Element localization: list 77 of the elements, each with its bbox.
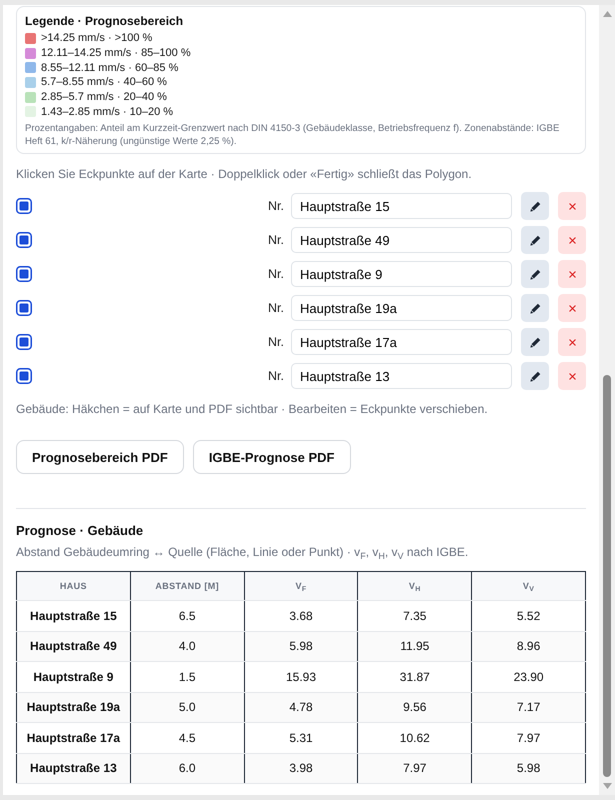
number-label: Nr. [268,199,284,214]
number-label: Nr. [268,233,284,248]
instruction-text: Klicken Sie Eckpunkte auf der Karte · Doppelklick oder «Fertig» schließt das Polygon. [16,167,473,182]
edit-button[interactable] [521,192,549,220]
close-icon [568,270,576,278]
legend-label: 2.85–5.7 mm/s · 20–40 % [41,91,167,104]
close-icon [568,338,576,346]
house-name-field[interactable]: Hauptstraße 13 [291,363,512,390]
table-cell: 10.62 [358,722,472,754]
checkbox[interactable] [16,198,32,214]
number-label: Nr. [268,335,284,350]
pencil-icon [530,370,540,382]
table-cell: 6.5 [130,600,244,632]
table-cell: 1.5 [130,662,244,692]
table-cell: 23.90 [472,662,586,692]
edit-button[interactable] [521,260,549,288]
table-cell: 31.87 [358,662,472,692]
house-name-field[interactable]: Hauptstraße 19a [291,295,512,322]
legend-label: 5.7–8.55 mm/s · 40–60 % [41,76,167,88]
pencil-icon [530,200,540,212]
section-subtitle: Abstand Gebäudeumring ↔ Quelle (Fläche, Linie oder Punkt) · v$_{F}$, v$_{H}$, v$_{V}$ nach IGBE. [16,544,470,560]
pencil-icon [530,302,540,314]
table-cell: Hauptstraße 9 [16,662,130,692]
pencil-icon [530,268,540,280]
section-title: Prognose · Gebäude [16,523,144,538]
house-name-field[interactable]: Hauptstraße 15 [291,193,512,220]
close-icon [568,372,576,380]
pencil-icon [530,336,540,348]
legend-label: 1.43–2.85 mm/s · 10–20 % [41,106,174,118]
scrollbar-thumb[interactable] [603,375,611,777]
table-cell: 5.98 [472,753,586,784]
buildings-note: Gebäude: Häkchen = auf Karte und PDF sichtbar · Bearbeiten = Eckpunkte verschieben. [16,402,489,418]
close-icon [568,304,576,312]
table-cell: 5.31 [244,722,358,754]
edit-button[interactable] [521,294,549,322]
scrollbar[interactable] [599,5,615,795]
checkbox[interactable] [16,300,32,316]
close-icon [568,236,576,244]
column-header: HAUS [16,572,130,601]
legend-title: Legende · Prognosebereich [25,14,184,28]
table-cell: Hauptstraße 13 [16,753,130,784]
edit-button[interactable] [521,328,549,356]
column-header: V$_{F}$ [244,572,358,601]
table-cell: 15.93 [244,662,358,692]
legend-label: >14.25 mm/s · >100 % [41,32,152,44]
edit-button[interactable] [521,226,549,254]
house-name-field[interactable]: Hauptstraße 9 [291,261,512,288]
column-header: V$_{H}$ [358,572,472,601]
table-cell: 4.5 [130,722,244,754]
table-cell: 7.35 [358,600,472,632]
number-label: Nr. [268,369,284,384]
column-header: V$_{V}$ [472,572,586,601]
checkbox[interactable] [16,232,32,248]
table-cell: 5.52 [472,600,586,632]
legend-label: 8.55–12.11 mm/s · 60–85 % [41,62,178,74]
legend-label: 12.11–14.25 mm/s · 85–100 % [41,47,191,60]
table-cell: 3.68 [244,600,358,632]
edit-button[interactable] [521,362,549,390]
legend-note: Prozentangaben: Anteil am Kurzzeit-Grenzwert nach DIN 4150-3 (Gebäudeklasse, Betriebsfrequenz f). Zonenabstände: IGBE Heft 61, k/r-Näherung (ungünstige Werte 2,25 %). [25,123,560,148]
table-cell: 7.97 [358,753,472,784]
table-cell: Hauptstraße 15 [16,600,130,632]
table-cell: 7.97 [472,722,586,754]
number-label: Nr. [268,301,284,316]
pdf-button[interactable]: IGBE-Prognose PDF [192,440,350,474]
table-cell: Hauptstraße 17a [16,722,130,754]
house-name-field[interactable]: Hauptstraße 49 [291,227,512,254]
close-icon [568,202,576,210]
checkbox[interactable] [16,334,32,350]
pencil-icon [530,234,540,246]
pdf-button[interactable]: Prognosebereich PDF [16,440,184,474]
checkbox[interactable] [16,266,32,282]
house-name-field[interactable]: Hauptstraße 17a [291,329,512,356]
column-header: ABSTAND [M] [130,572,244,601]
checkbox[interactable] [16,368,32,384]
number-label: Nr. [268,267,284,282]
table-cell: 3.98 [244,753,358,784]
table-cell: 6.0 [130,753,244,784]
